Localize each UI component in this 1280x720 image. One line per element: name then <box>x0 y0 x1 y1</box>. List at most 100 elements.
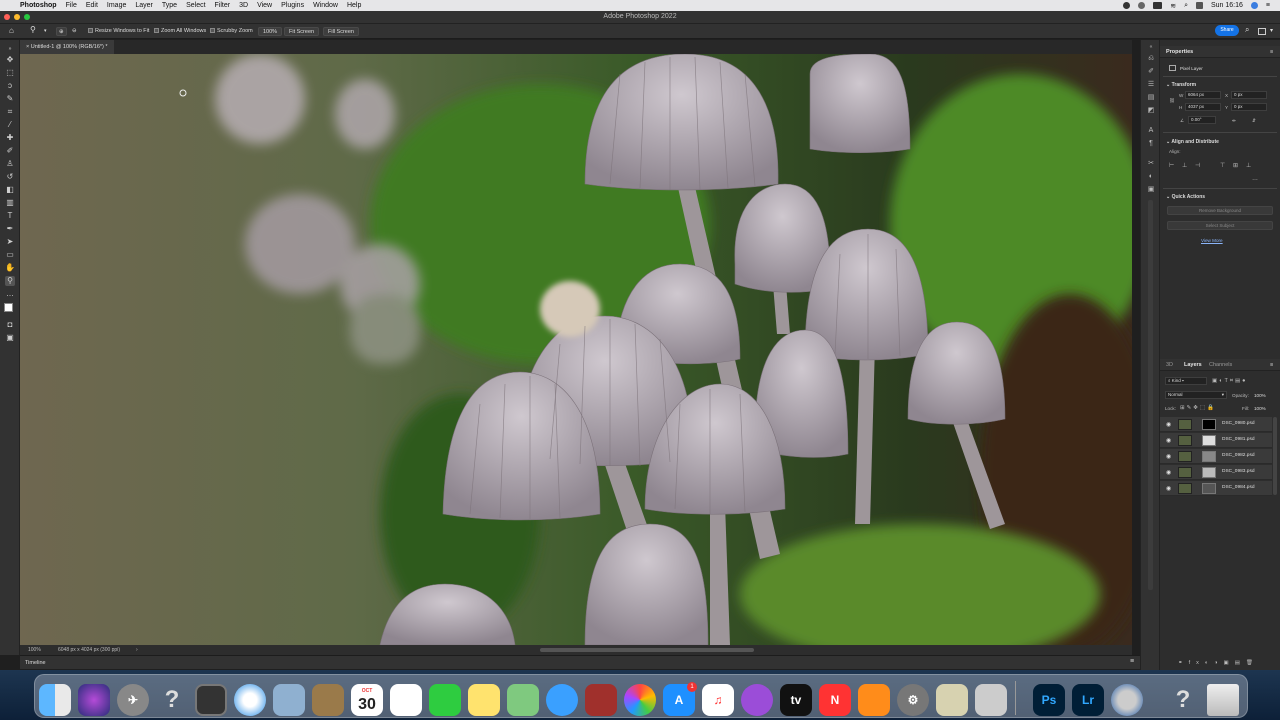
document-canvas[interactable] <box>20 54 1132 645</box>
align-right-icon[interactable]: ⊣ <box>1195 162 1200 169</box>
contacts-icon[interactable] <box>312 684 344 716</box>
messages-icon[interactable] <box>546 684 578 716</box>
view-more-link[interactable]: View More <box>1201 238 1223 243</box>
layer-mask-thumbnail[interactable] <box>1202 419 1216 430</box>
finder-icon[interactable] <box>39 684 71 716</box>
image-capture-icon[interactable] <box>936 684 968 716</box>
character-panel-icon[interactable]: A <box>1146 126 1156 135</box>
lasso-tool-icon[interactable]: ↄ <box>5 81 15 91</box>
layer-name[interactable]: DSC_0984.psd <box>1222 485 1255 490</box>
screenshot-app-icon[interactable] <box>975 684 1007 716</box>
rectangle-tool-icon[interactable]: ▭ <box>5 250 15 260</box>
align-center-h-icon[interactable]: ⊥ <box>1182 162 1187 169</box>
workspace-chevron-icon[interactable]: ▾ <box>1270 27 1273 36</box>
layer-row[interactable]: ◉ DSC_0980.psd <box>1160 417 1272 432</box>
layer-name[interactable]: DSC_0980.psd <box>1222 421 1255 426</box>
siri-icon[interactable] <box>1250 2 1258 9</box>
flip-horizontal-icon[interactable]: ⇹ <box>1232 118 1236 124</box>
visibility-eye-icon[interactable]: ◉ <box>1166 453 1171 460</box>
zoom-tool-icon-active[interactable]: ⚲ <box>5 276 15 286</box>
layer-mask-thumbnail[interactable] <box>1202 483 1216 494</box>
visibility-eye-icon[interactable]: ◉ <box>1166 421 1171 428</box>
menu-app-name[interactable]: Photoshop <box>20 2 57 9</box>
music-icon[interactable]: ♫ <box>702 684 734 716</box>
quick-mask-icon[interactable]: ◘ <box>5 320 15 330</box>
visibility-eye-icon[interactable]: ◉ <box>1166 437 1171 444</box>
layer-row[interactable]: ◉ DSC_0982.psd <box>1160 449 1272 464</box>
crop-tool-icon[interactable]: ⌗ <box>5 107 15 117</box>
workspace-icon[interactable] <box>1258 28 1266 35</box>
layer-row[interactable]: ◉ DSC_0984.psd <box>1160 481 1272 496</box>
reminders-icon[interactable] <box>390 684 422 716</box>
document-tab[interactable]: × Untitled-1 @ 100% (RGB/16*) * <box>20 40 114 54</box>
brush-tool-icon[interactable]: ✐ <box>5 146 15 156</box>
zoom-all-windows-checkbox[interactable]: Zoom All Windows <box>154 27 206 36</box>
libraries-icon[interactable]: ▤ <box>1146 93 1156 102</box>
menu-edit[interactable]: Edit <box>86 2 98 9</box>
fit-screen-button[interactable]: Fit Screen <box>284 27 320 36</box>
tab-3d[interactable]: 3D <box>1166 362 1173 368</box>
swatches-icon[interactable]: ◩ <box>1146 106 1156 115</box>
styles-panel-icon[interactable]: ◐ <box>1146 172 1156 181</box>
tool-preset-chevron-icon[interactable]: ▾ <box>44 27 47 36</box>
quick-selection-tool-icon[interactable]: ✎ <box>5 94 15 104</box>
transform-section-title[interactable]: ⌄ Transform <box>1166 82 1196 88</box>
layers-menu-icon[interactable]: ≡ <box>1270 362 1273 368</box>
height-field[interactable]: 4037 px <box>1185 103 1221 111</box>
layer-filter-kind[interactable]: ⌕ Kind ▾ <box>1165 377 1207 385</box>
strip-scrollbar[interactable] <box>1148 200 1153 590</box>
healing-brush-tool-icon[interactable]: ✚ <box>5 133 15 143</box>
trash-icon[interactable] <box>1207 684 1239 716</box>
layer-row[interactable]: ◉ DSC_0983.psd <box>1160 465 1272 480</box>
menu-image[interactable]: Image <box>107 2 126 9</box>
path-selection-tool-icon[interactable]: ➤ <box>5 237 15 247</box>
spotlight-icon[interactable]: ⌕ <box>1184 2 1188 10</box>
link-proportions-icon[interactable]: ⛓ <box>1169 98 1175 104</box>
facetime-icon[interactable] <box>429 684 461 716</box>
books-icon[interactable] <box>858 684 890 716</box>
fill-screen-button[interactable]: Fill Screen <box>323 27 359 36</box>
unknown-app-icon[interactable]: ? <box>156 684 188 716</box>
fill-value[interactable]: 100% <box>1254 406 1266 411</box>
tab-channels[interactable]: Channels <box>1209 362 1232 368</box>
layer-filter-icons[interactable]: ▣◐T⌗▤● <box>1212 378 1248 385</box>
record-icon[interactable] <box>1123 2 1131 9</box>
foreground-color-swatch[interactable] <box>4 303 13 312</box>
screen-mode-icon[interactable]: ▣ <box>5 333 15 343</box>
brush-settings-icon[interactable]: ✐ <box>1146 67 1156 76</box>
photos-icon[interactable] <box>624 684 656 716</box>
menu-layer[interactable]: Layer <box>135 2 153 9</box>
unknown-doc-icon[interactable]: ? <box>1167 684 1199 716</box>
maps-icon[interactable] <box>507 684 539 716</box>
menu-filter[interactable]: Filter <box>215 2 231 9</box>
layer-name[interactable]: DSC_0983.psd <box>1222 469 1255 474</box>
align-left-icon[interactable]: ⊢ <box>1169 162 1174 169</box>
horizontal-scrollbar[interactable] <box>540 648 754 652</box>
pen-tool-icon[interactable]: ✒ <box>5 224 15 234</box>
preview-icon[interactable] <box>273 684 305 716</box>
zoom-level-field[interactable]: 100% <box>258 27 283 36</box>
siri-dock-icon[interactable] <box>78 684 110 716</box>
history-panel-icon[interactable]: ⎌ <box>1146 54 1156 63</box>
y-field[interactable]: 0 px <box>1231 103 1267 111</box>
align-top-icon[interactable]: ⊤ <box>1220 162 1225 169</box>
tools-panel-icon[interactable]: ✂ <box>1146 159 1156 168</box>
visibility-eye-icon[interactable]: ◉ <box>1166 469 1171 476</box>
properties-tab[interactable]: Properties <box>1166 49 1193 55</box>
align-middle-icon[interactable]: ⊞ <box>1233 162 1238 169</box>
zoom-tool-icon[interactable]: ⚲ <box>30 25 36 34</box>
opacity-value[interactable]: 100% <box>1254 393 1266 398</box>
photo-booth-icon[interactable] <box>585 684 617 716</box>
home-icon[interactable]: ⌂ <box>9 26 14 35</box>
safari-icon[interactable] <box>234 684 266 716</box>
menu-list-icon[interactable]: ≡ <box>1266 2 1270 9</box>
status-chevron-icon[interactable]: › <box>136 647 138 653</box>
menu-window[interactable]: Window <box>313 2 338 9</box>
quicktime-icon[interactable] <box>1111 684 1143 716</box>
align-bottom-icon[interactable]: ⊥ <box>1246 162 1251 169</box>
clone-stamp-tool-icon[interactable]: ♙ <box>5 159 15 169</box>
tab-layers[interactable]: Layers <box>1184 362 1202 368</box>
layer-row[interactable]: ◉ DSC_0981.psd <box>1160 433 1272 448</box>
type-tool-icon[interactable]: T <box>5 211 15 221</box>
history-brush-tool-icon[interactable]: ↺ <box>5 172 15 182</box>
